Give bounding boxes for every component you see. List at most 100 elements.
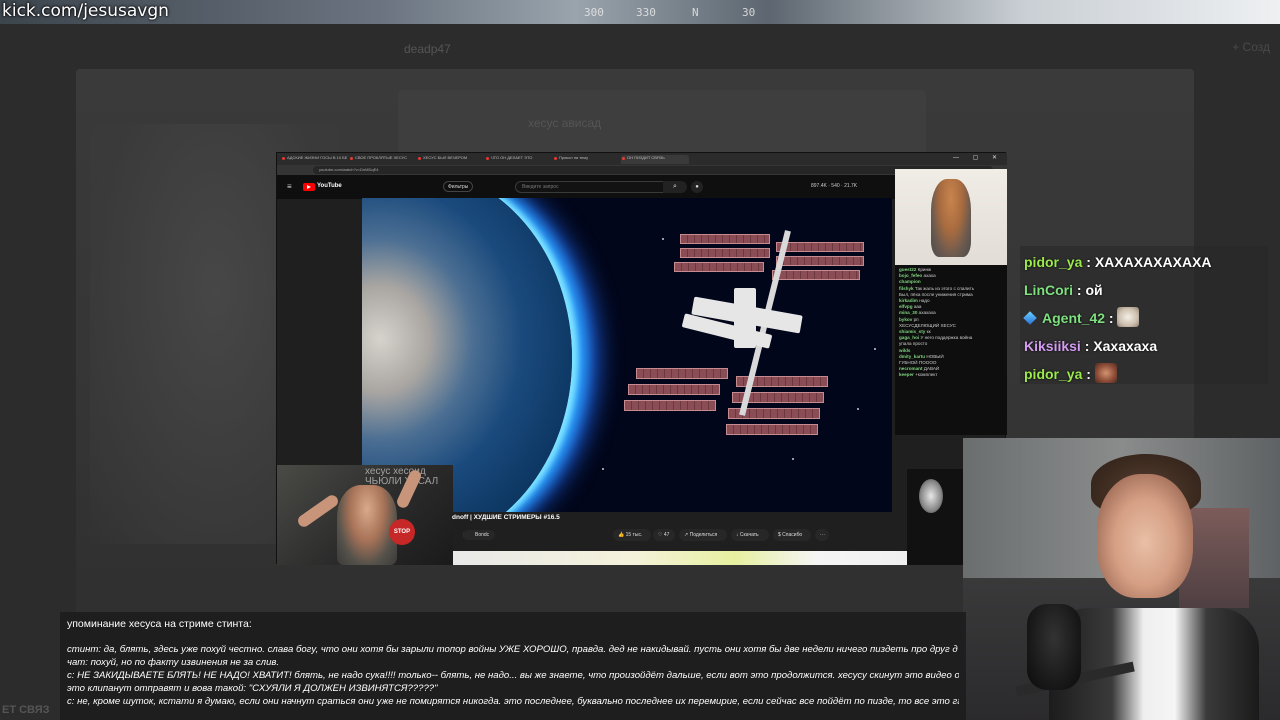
dislike-button[interactable]: ♡ 47 (653, 529, 675, 541)
mini-chat-text: кк (926, 329, 931, 335)
mini-chat-text: рп (913, 316, 919, 322)
filters-chip[interactable]: Фильтры (443, 181, 474, 192)
streamer-face (1097, 474, 1193, 598)
solar-panel (776, 242, 864, 252)
like-button[interactable]: 👍 15 тыс. (613, 529, 651, 541)
browser-tab-1[interactable]: АДСКИЕ ЖИЗНИ ГОСЫ В 10 БЕ (281, 155, 347, 164)
embedded-webcam: хесус хесоид ЧЬЮЛИ ХЕСАЛ STOP (277, 465, 453, 565)
chat-username[interactable]: pidor_ya (1024, 254, 1082, 270)
chat-message: LinCori : ой (1024, 276, 1264, 304)
background-card-text: хесус ависад (528, 116, 602, 130)
mini-chat-user: mina_30 (899, 310, 918, 316)
mini-chat-user: keeper (899, 372, 914, 378)
solar-panel (636, 368, 728, 379)
caption-line: стинт: да, блять, здесь уже похуй честно… (67, 644, 958, 655)
caption-title: упоминание хесуса на стриме стинта: (67, 618, 252, 630)
mini-chat-user: guest22 (899, 267, 917, 272)
mini-chat-text: надо (919, 298, 930, 304)
streamer-arm (295, 492, 341, 530)
stream-frame: deadp47 + Созд хесус ависад 300 330 N 30… (0, 0, 1280, 720)
chat-separator: : (1082, 366, 1095, 382)
star (857, 408, 859, 410)
mini-chat-text: Был, пёха после унижения стрима (899, 291, 973, 297)
mic-icon[interactable]: ● (691, 181, 703, 193)
caption-line: чат: похуй, но по факту извинения не за … (67, 657, 280, 668)
channel-name[interactable]: Bondc (463, 530, 496, 540)
stream-chat-overlay: pidor_ya : ХАХАХАХАХАХА LinCori : ой Age… (1020, 246, 1268, 384)
mini-chat-user: dmity_kartu (899, 353, 926, 359)
mini-chat-text: ХЕСУСДЕЛЮЩИЙ ХЕСУС (899, 322, 956, 328)
video-progress-bar[interactable] (453, 551, 907, 565)
browser-tab-5[interactable]: Прикол на тему (553, 155, 619, 164)
microphone-icon (1027, 604, 1081, 690)
menu-icon[interactable]: ≡ (287, 182, 292, 191)
mini-chat-user: elfvpg (899, 304, 913, 310)
browser-tab-6[interactable]: ОН ПИЗДИТ СВЯЗЬ (621, 155, 689, 164)
game-hud-strip: 300 330 N 30 (0, 0, 1280, 24)
mini-chat-text: У него поддержка война (920, 335, 973, 341)
caption-line: это клипанут отправят и вова такой: "СХУ… (67, 683, 438, 694)
solar-panel (628, 384, 720, 395)
chat-separator: : (1080, 338, 1094, 354)
thanks-button[interactable]: $ Спасибо (773, 529, 811, 541)
browser-tab-4[interactable]: ЧТО ОН ДЕЛАЕТ ЭТО (485, 155, 551, 164)
window-controls[interactable]: — ▢ ✕ (953, 154, 1003, 161)
mini-chat-text: +комплект (915, 372, 938, 378)
background-search-text: deadp47 (404, 42, 451, 56)
browser-tab-bar: АДСКИЕ ЖИЗНИ ГОСЫ В 10 БЕ СВОЕ ПРОКЛЯТЫЕ… (277, 153, 1007, 165)
download-button[interactable]: ↓ Скачать (731, 529, 769, 541)
solar-panel (624, 400, 716, 411)
chat-username[interactable]: LinCori (1024, 282, 1073, 298)
chat-text: Хахахаха (1093, 338, 1158, 354)
mini-chat-text: упала просто (899, 341, 928, 347)
chat-message: Agent_42 : (1023, 304, 1264, 332)
browser-tab-3[interactable]: ХЕСУС БЫЛ ВЕЧЕРОМ (417, 155, 483, 164)
mini-chat-text: НОВЫЙ (926, 353, 944, 359)
chat-username[interactable]: Kiksiiksi (1024, 338, 1081, 354)
youtube-logo-icon[interactable] (303, 183, 315, 191)
star (874, 348, 876, 350)
browser-window[interactable]: АДСКИЕ ЖИЗНИ ГОСЫ В 10 БЕ СВОЕ ПРОКЛЯТЫЕ… (276, 152, 1007, 565)
youtube-logo-text[interactable]: YouTube (317, 183, 342, 189)
chat-message: pidor_ya : (1024, 360, 1264, 388)
search-input[interactable]: Введите запрос (515, 181, 675, 193)
mini-chat-user: champion (899, 279, 921, 285)
chat-separator: : (1082, 254, 1095, 270)
share-label: Поделиться (689, 532, 718, 538)
like-icon: 👍 (618, 532, 626, 538)
fox-avatar (931, 179, 971, 257)
thanks-label: Спасибо (782, 532, 803, 538)
chat-username[interactable]: pidor_ya (1024, 366, 1082, 382)
solar-panel (776, 256, 864, 266)
star (602, 468, 604, 470)
stop-sign: STOP (389, 519, 415, 545)
side-camera (907, 469, 963, 565)
share-button[interactable]: ↗ Поделиться (679, 529, 727, 541)
caption-line: с: не, кроме шуток, кстати я думаю, если… (67, 696, 959, 707)
mini-chat-text: ахаха (923, 273, 936, 279)
hud-heading-3: N (692, 6, 699, 19)
mini-chat-user: shiamis_sty (899, 329, 926, 335)
embedded-chat: guest22 Кринж bojo_fefeo ахаха champion … (895, 265, 1007, 435)
url-input[interactable]: youtube.com/watch?v=DnMDqE4 (313, 166, 993, 174)
chat-username[interactable]: Agent_42 (1042, 310, 1105, 326)
chat-text: ой (1085, 282, 1103, 298)
search-icon[interactable]: ⌕ (663, 181, 687, 193)
header-stats: 897.4K · 540 · 21.7K (811, 183, 858, 189)
star (662, 238, 664, 240)
caption-line: с: НЕ ЗАКИДЫВАЕТЕ БЛЯТЬ! НЕ НАДО! ХВАТИТ… (67, 670, 959, 681)
mini-chat-text: Так жаль из этого с спалить (914, 285, 975, 291)
youtube-header: ≡ YouTube Фильтры Введите запрос ⌕ ● 897… (277, 175, 895, 199)
solar-panel (726, 424, 818, 435)
background-footer-text: ЕТ СВЯЗ (2, 704, 50, 716)
vtuber-avatar-cam (895, 169, 1007, 265)
mini-chat-line: keeper +комплект (899, 372, 1003, 378)
cat-emote-icon (1117, 307, 1140, 327)
browser-tab-2[interactable]: СВОЕ ПРОКЛЯТЫЕ ХЕСУС (349, 155, 415, 164)
transcript-caption: упоминание хесуса на стриме стинта: стин… (60, 612, 966, 720)
chat-separator: : (1073, 282, 1086, 298)
more-button[interactable]: ··· (815, 529, 829, 541)
mini-chat-user: gaga_hoi (899, 335, 920, 341)
star (792, 458, 794, 460)
mini-chat-text: Кринж (917, 267, 932, 272)
